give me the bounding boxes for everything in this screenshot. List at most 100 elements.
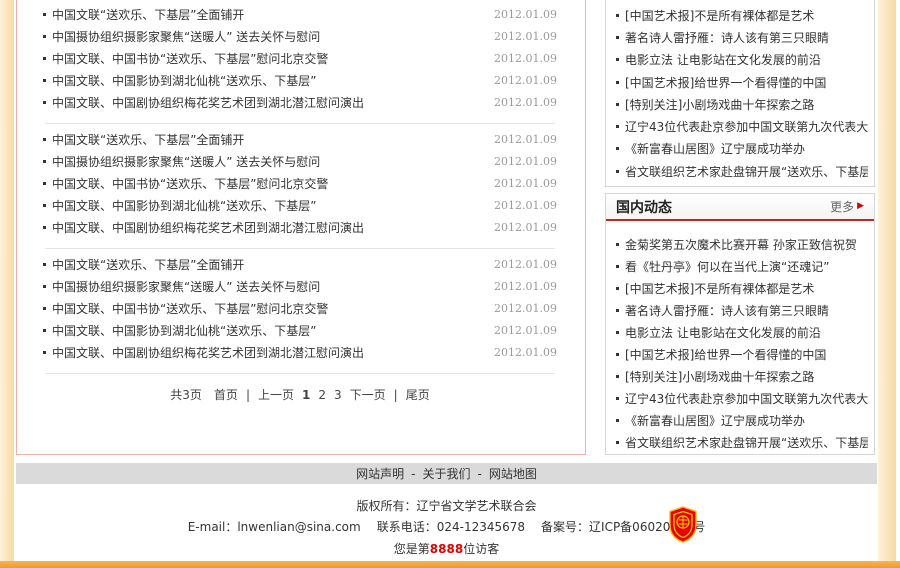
news-item: 中国文联、中国书协“送欢乐、下基层”慰问北京交警 2012.01.09 bbox=[43, 47, 557, 69]
news-item-link[interactable]: 中国摄协组织摄影家聚焦“送暖人” 送去关怀与慰问 bbox=[52, 28, 484, 45]
bullet-icon bbox=[43, 226, 46, 229]
bullet-icon bbox=[616, 287, 619, 290]
panel-header: 国内动态 更多 ▶ bbox=[606, 194, 874, 221]
group-divider bbox=[45, 123, 555, 124]
email-label: E-mail： bbox=[188, 520, 238, 534]
bullet-icon bbox=[616, 375, 619, 378]
bullet-icon bbox=[43, 101, 46, 104]
news-item: 中国文联、中国影协到湖北仙桃“送欢乐、下基层” 2012.01.09 bbox=[43, 319, 557, 341]
bullet-icon bbox=[616, 309, 619, 312]
footer-links-bar: 网站声明 - 关于我们 - 网站地图 bbox=[16, 463, 877, 484]
news-item: 中国文联、中国剧协组织梅花奖艺术团到湖北潜江慰问演出 2012.01.09 bbox=[43, 341, 557, 363]
news-item-link[interactable]: 中国文联、中国书协“送欢乐、下基层”慰问北京交警 bbox=[52, 175, 484, 192]
sidebar-news-item: 电影立法 让电影站在文化发展的前沿 bbox=[616, 49, 868, 71]
pagination-next[interactable]: 下一页 bbox=[350, 386, 386, 403]
domestic-news-list: 金菊奖第五次魔术比赛开幕 孙家正致信祝贺 看《牡丹亭》何以在当代上演“还魂记” … bbox=[606, 221, 874, 453]
sidebar-news-item: 金菊奖第五次魔术比赛开幕 孙家正致信祝贺 bbox=[616, 233, 868, 255]
news-item-link[interactable]: 中国文联、中国剧协组织梅花奖艺术团到湖北潜江慰问演出 bbox=[52, 344, 484, 361]
news-item-date: 2012.01.09 bbox=[494, 96, 557, 109]
sidebar-news-link[interactable]: 看《牡丹亭》何以在当代上演“还魂记” bbox=[625, 258, 868, 275]
bullet-icon bbox=[43, 160, 46, 163]
news-item-link[interactable]: 中国摄协组织摄影家聚焦“送暖人” 送去关怀与慰问 bbox=[52, 153, 484, 170]
pagination-separator: | bbox=[394, 388, 398, 402]
news-item-date: 2012.01.09 bbox=[494, 258, 557, 271]
news-item-date: 2012.01.09 bbox=[494, 8, 557, 21]
bullet-icon bbox=[616, 125, 619, 128]
sidebar-news-link[interactable]: 《新富春山居图》辽宁展成功举办 bbox=[625, 412, 868, 429]
news-item-date: 2012.01.09 bbox=[494, 52, 557, 65]
sidebar-news-item: 省文联组织艺术家赴盘锦开展“送欢乐、下基层” bbox=[616, 160, 868, 182]
bullet-icon bbox=[43, 307, 46, 310]
right-decor-strip bbox=[878, 0, 896, 568]
bullet-icon bbox=[616, 170, 619, 173]
news-item-link[interactable]: 中国文联、中国书协“送欢乐、下基层”慰问北京交警 bbox=[52, 50, 484, 67]
news-item: 中国文联“送欢乐、下基层”全面铺开 2012.01.09 bbox=[43, 128, 557, 150]
footer-link-about[interactable]: 关于我们 bbox=[422, 465, 470, 482]
news-item: 中国文联、中国影协到湖北仙桃“送欢乐、下基层” 2012.01.09 bbox=[43, 69, 557, 91]
visitor-suffix: 位访客 bbox=[463, 542, 499, 556]
bullet-icon bbox=[43, 285, 46, 288]
news-item-link[interactable]: 中国摄协组织摄影家聚焦“送暖人” 送去关怀与慰问 bbox=[52, 278, 484, 295]
news-item-link[interactable]: 中国文联、中国影协到湖北仙桃“送欢乐、下基层” bbox=[52, 322, 484, 339]
bullet-icon bbox=[616, 14, 619, 17]
bullet-icon bbox=[43, 138, 46, 141]
news-group-1: 中国文联“送欢乐、下基层”全面铺开 2012.01.09 中国摄协组织摄影家聚焦… bbox=[43, 3, 557, 113]
pagination-prev[interactable]: 上一页 bbox=[258, 386, 294, 403]
pagination-page-2[interactable]: 2 bbox=[318, 388, 326, 402]
more-link[interactable]: 更多 ▶ bbox=[830, 198, 864, 215]
news-item: 中国文联、中国影协到湖北仙桃“送欢乐、下基层” 2012.01.09 bbox=[43, 194, 557, 216]
sidebar-news-link[interactable]: 电影立法 让电影站在文化发展的前沿 bbox=[625, 324, 868, 341]
news-item-date: 2012.01.09 bbox=[494, 155, 557, 168]
news-item: 中国摄协组织摄影家聚焦“送暖人” 送去关怀与慰问 2012.01.09 bbox=[43, 25, 557, 47]
news-item-link[interactable]: 中国文联“送欢乐、下基层”全面铺开 bbox=[52, 131, 484, 148]
news-item-link[interactable]: 中国文联、中国剧协组织梅花奖艺术团到湖北潜江慰问演出 bbox=[52, 94, 484, 111]
sidebar-news-link[interactable]: 省文联组织艺术家赴盘锦开展“送欢乐、下基层” bbox=[625, 434, 868, 451]
sidebar-news-item: [中国艺术报]给世界一个看得懂的中国 bbox=[616, 343, 868, 365]
group-divider bbox=[45, 373, 555, 374]
visitor-counter: 您是第8888位访客 bbox=[16, 540, 877, 557]
sidebar-news-item: 《新富春山居图》辽宁展成功举办 bbox=[616, 409, 868, 431]
news-item: 中国摄协组织摄影家聚焦“送暖人” 送去关怀与慰问 2012.01.09 bbox=[43, 275, 557, 297]
news-item-link[interactable]: 中国文联、中国影协到湖北仙桃“送欢乐、下基层” bbox=[52, 72, 484, 89]
bullet-icon bbox=[43, 79, 46, 82]
bullet-icon bbox=[616, 147, 619, 150]
footer-link-statement[interactable]: 网站声明 bbox=[356, 465, 404, 482]
news-item: 中国文联、中国书协“送欢乐、下基层”慰问北京交警 2012.01.09 bbox=[43, 297, 557, 319]
news-item-date: 2012.01.09 bbox=[494, 177, 557, 190]
bullet-icon bbox=[43, 329, 46, 332]
bullet-icon bbox=[616, 265, 619, 268]
pagination-first[interactable]: 首页 bbox=[214, 386, 238, 403]
sidebar-news-link[interactable]: 辽宁43位代表赴京参加中国文联第九次代表大会 bbox=[625, 118, 868, 135]
sidebar-news-link[interactable]: [中国艺术报]给世界一个看得懂的中国 bbox=[625, 346, 868, 363]
news-item-link[interactable]: 中国文联、中国书协“送欢乐、下基层”慰问北京交警 bbox=[52, 300, 484, 317]
sidebar-news-link[interactable]: 金菊奖第五次魔术比赛开幕 孙家正致信祝贺 bbox=[625, 236, 868, 253]
sidebar-news-item: 看《牡丹亭》何以在当代上演“还魂记” bbox=[616, 255, 868, 277]
more-arrow-icon: ▶ bbox=[857, 202, 864, 211]
sidebar-news-link[interactable]: 《新富春山居图》辽宁展成功举办 bbox=[625, 140, 868, 157]
sidebar-news-link[interactable]: [中国艺术报]给世界一个看得懂的中国 bbox=[625, 74, 868, 91]
sidebar-news-item: 辽宁43位代表赴京参加中国文联第九次代表大会 bbox=[616, 387, 868, 409]
sidebar-news-link[interactable]: [中国艺术报]不是所有裸体都是艺术 bbox=[625, 7, 868, 24]
sidebar-news-link[interactable]: [特别关注]小剧场戏曲十年探索之路 bbox=[625, 368, 868, 385]
news-item-link[interactable]: 中国文联、中国影协到湖北仙桃“送欢乐、下基层” bbox=[52, 197, 484, 214]
news-item-link[interactable]: 中国文联“送欢乐、下基层”全面铺开 bbox=[52, 256, 484, 273]
bullet-icon bbox=[43, 263, 46, 266]
bullet-icon bbox=[616, 58, 619, 61]
sidebar-news-link[interactable]: [中国艺术报]不是所有裸体都是艺术 bbox=[625, 280, 868, 297]
email-link[interactable]: lnwenlian@sina.com bbox=[237, 520, 360, 534]
sidebar-news-link[interactable]: 著名诗人雷抒雁：诗人该有第三只眼睛 bbox=[625, 302, 868, 319]
footer-link-separator: - bbox=[478, 467, 482, 481]
pagination-total: 共3页 bbox=[170, 386, 202, 403]
footer-link-separator: - bbox=[411, 467, 415, 481]
sidebar-news-link[interactable]: 辽宁43位代表赴京参加中国文联第九次代表大会 bbox=[625, 390, 868, 407]
pagination-last[interactable]: 尾页 bbox=[406, 386, 430, 403]
news-item-link[interactable]: 中国文联、中国剧协组织梅花奖艺术团到湖北潜江慰问演出 bbox=[52, 219, 484, 236]
footer-link-sitemap[interactable]: 网站地图 bbox=[489, 465, 537, 482]
security-badge-icon[interactable] bbox=[668, 506, 698, 543]
pagination-page-3[interactable]: 3 bbox=[334, 388, 342, 402]
news-item-link[interactable]: 中国文联“送欢乐、下基层”全面铺开 bbox=[52, 6, 484, 23]
sidebar-news-link[interactable]: 著名诗人雷抒雁：诗人该有第三只眼睛 bbox=[625, 29, 868, 46]
sidebar-news-link[interactable]: [特别关注]小剧场戏曲十年探索之路 bbox=[625, 96, 868, 113]
sidebar-news-link[interactable]: 省文联组织艺术家赴盘锦开展“送欢乐、下基层” bbox=[625, 163, 868, 180]
sidebar-news-link[interactable]: 电影立法 让电影站在文化发展的前沿 bbox=[625, 51, 868, 68]
